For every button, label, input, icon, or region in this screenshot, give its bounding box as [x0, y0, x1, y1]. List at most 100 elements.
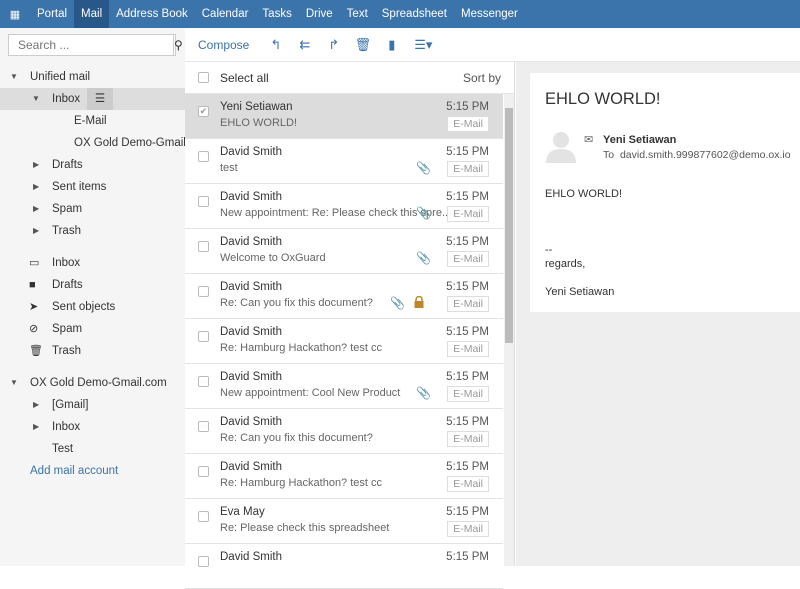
top-bar: ▦ Portal Mail Address Book Calendar Tasks Dri… [0, 0, 800, 28]
message-subject: Re: Can you fix this document? [220, 432, 373, 444]
sender-name[interactable]: Yeni Setiawan [603, 134, 676, 146]
message-checkbox[interactable] [198, 421, 209, 432]
paperclip-icon: 📎 [390, 296, 405, 310]
recipient-line: To david.smith.999877602@demo.ox.io [603, 149, 791, 161]
folder-badge: E-Mail [447, 341, 489, 357]
app-tab-mail[interactable]: Mail [74, 0, 110, 28]
caret-right-icon[interactable]: ▶ [33, 154, 39, 176]
message-from: David Smith [220, 416, 282, 428]
scrollbar-thumb[interactable] [505, 108, 513, 343]
message-row[interactable]: David Smith Re: Can you fix this documen… [185, 409, 503, 454]
folder-unified-inbox[interactable]: ▼ Inbox ☰ [0, 88, 185, 110]
message-subject: New appointment: Cool New Product [220, 387, 401, 399]
sort-by-button[interactable]: Sort by [463, 71, 501, 85]
folder-test[interactable]: Test [0, 438, 185, 460]
caret-down-icon[interactable]: ▼ [10, 372, 18, 394]
account-oxgold[interactable]: ▼ OX Gold Demo-Gmail.com [0, 372, 185, 394]
app-tab-messenger[interactable]: Messenger [454, 0, 525, 28]
add-mail-account-link[interactable]: Add mail account [0, 460, 185, 482]
app-tab-text[interactable]: Text [340, 0, 375, 28]
caret-right-icon[interactable]: ▶ [33, 176, 39, 198]
recipient-address[interactable]: david.smith.999877602@demo.ox.io [620, 149, 791, 161]
caret-right-icon[interactable]: ▶ [33, 220, 39, 242]
caret-down-icon[interactable]: ▼ [10, 66, 18, 88]
message-checkbox[interactable] [198, 466, 209, 477]
folder-spam-2[interactable]: ⊘ Spam [0, 318, 185, 340]
folder-spam[interactable]: ▶ Spam [0, 198, 185, 220]
message-checkbox[interactable] [198, 241, 209, 252]
folder-sent-items[interactable]: ▶ Sent items [0, 176, 185, 198]
message-row[interactable]: David Smith Re: Hamburg Hackathon? test … [185, 454, 503, 499]
folder-label: Sent items [52, 181, 107, 193]
more-menu-icon[interactable]: ☰▾ [406, 37, 440, 53]
folder-inbox-3[interactable]: ▶ Inbox [0, 416, 185, 438]
app-tab-spreadsheet[interactable]: Spreadsheet [375, 0, 454, 28]
app-tab-address-book[interactable]: Address Book [109, 0, 195, 28]
caret-down-icon[interactable]: ▼ [32, 88, 40, 110]
message-row[interactable]: David Smith New appointment: Cool New Pr… [185, 364, 503, 409]
folder-label: Inbox [52, 93, 81, 105]
message-row[interactable]: David Smith test 5:15 PM E-Mail 📎 [185, 139, 503, 184]
message-time: 5:15 PM [446, 371, 489, 383]
message-row[interactable]: David Smith 5:15 PM [185, 544, 503, 589]
folder-oxgold-sub[interactable]: OX Gold Demo-Gmail.com [0, 132, 185, 154]
reply-icon[interactable]: ↰ [261, 37, 290, 53]
message-checkbox[interactable] [198, 511, 209, 522]
caret-right-icon[interactable]: ▶ [33, 198, 39, 220]
message-subject: Re: Hamburg Hackathon? test cc [220, 342, 383, 354]
folder-trash-2[interactable]: 🗑 Trash [0, 340, 185, 362]
message-checkbox[interactable] [198, 196, 209, 207]
flag-icon[interactable]: ▮ [377, 37, 406, 53]
folder-drafts-2[interactable]: ■ Drafts [0, 274, 185, 296]
folder-email[interactable]: E-Mail [0, 110, 185, 132]
folder-unified-mail[interactable]: ▼ Unified mail [0, 66, 185, 88]
message-row[interactable]: ✔ Yeni Setiawan EHLO WORLD! 5:15 PM E-Mai… [185, 94, 503, 139]
message-row[interactable]: David Smith New appointment: Re: Please … [185, 184, 503, 229]
list-scrollbar[interactable] [504, 94, 514, 566]
add-mail-account-label: Add mail account [30, 465, 119, 477]
select-all-label[interactable]: Select all [220, 71, 269, 85]
app-tab-tasks[interactable]: Tasks [255, 0, 298, 28]
ban-icon: ⊘ [29, 323, 39, 335]
message-checkbox[interactable] [198, 376, 209, 387]
caret-right-icon[interactable]: ▶ [33, 394, 39, 416]
folder-label: Unified mail [30, 71, 91, 83]
message-checkbox[interactable]: ✔ [198, 106, 209, 117]
folder-inbox[interactable]: ▭ Inbox [0, 252, 185, 274]
reply-all-icon[interactable]: ⇇ [290, 37, 319, 53]
search-input[interactable] [9, 35, 173, 55]
folder-trash[interactable]: ▶ Trash [0, 220, 185, 242]
message-row[interactable]: Eva May Re: Please check this spreadshee… [185, 499, 503, 544]
message-row[interactable]: David Smith Re: Hamburg Hackathon? test … [185, 319, 503, 364]
folder-badge: E-Mail [447, 476, 489, 492]
app-tab-calendar[interactable]: Calendar [195, 0, 256, 28]
folder-drafts[interactable]: ▶ Drafts [0, 154, 185, 176]
envelope-icon: ✉ [584, 134, 594, 146]
folder-gmail[interactable]: ▶ [Gmail] [0, 394, 185, 416]
message-from: Eva May [220, 506, 265, 518]
message-row[interactable]: David Smith Re: Can you fix this documen… [185, 274, 503, 319]
folder-badge: E-Mail [447, 116, 489, 132]
message-checkbox[interactable] [198, 556, 209, 567]
folder-menu-icon[interactable]: ☰ [87, 88, 113, 110]
select-all-checkbox[interactable] [198, 72, 209, 83]
caret-right-icon[interactable]: ▶ [33, 416, 39, 438]
message-checkbox[interactable] [198, 151, 209, 162]
message-checkbox[interactable] [198, 286, 209, 297]
forward-icon[interactable]: ↱ [319, 37, 348, 53]
compose-button[interactable]: Compose [198, 38, 249, 52]
app-tab-drive[interactable]: Drive [299, 0, 340, 28]
message-subject: Re: Hamburg Hackathon? test cc [220, 477, 383, 489]
message-row[interactable]: David Smith Welcome to OxGuard 5:15 PM E-… [185, 229, 503, 274]
message-time: 5:15 PM [446, 551, 489, 563]
folder-sent-objects[interactable]: ➤ Sent objects [0, 296, 185, 318]
message-from: David Smith [220, 371, 282, 383]
folder-label: [Gmail] [52, 399, 89, 411]
app-launcher-icon[interactable]: ▦ [0, 8, 30, 21]
lock-icon [414, 296, 424, 308]
folder-label: Sent objects [52, 301, 116, 313]
delete-icon[interactable]: 🗑 [348, 37, 377, 53]
message-checkbox[interactable] [198, 331, 209, 342]
app-tab-portal[interactable]: Portal [30, 0, 74, 28]
search-icon[interactable]: ⚲ [173, 35, 183, 55]
